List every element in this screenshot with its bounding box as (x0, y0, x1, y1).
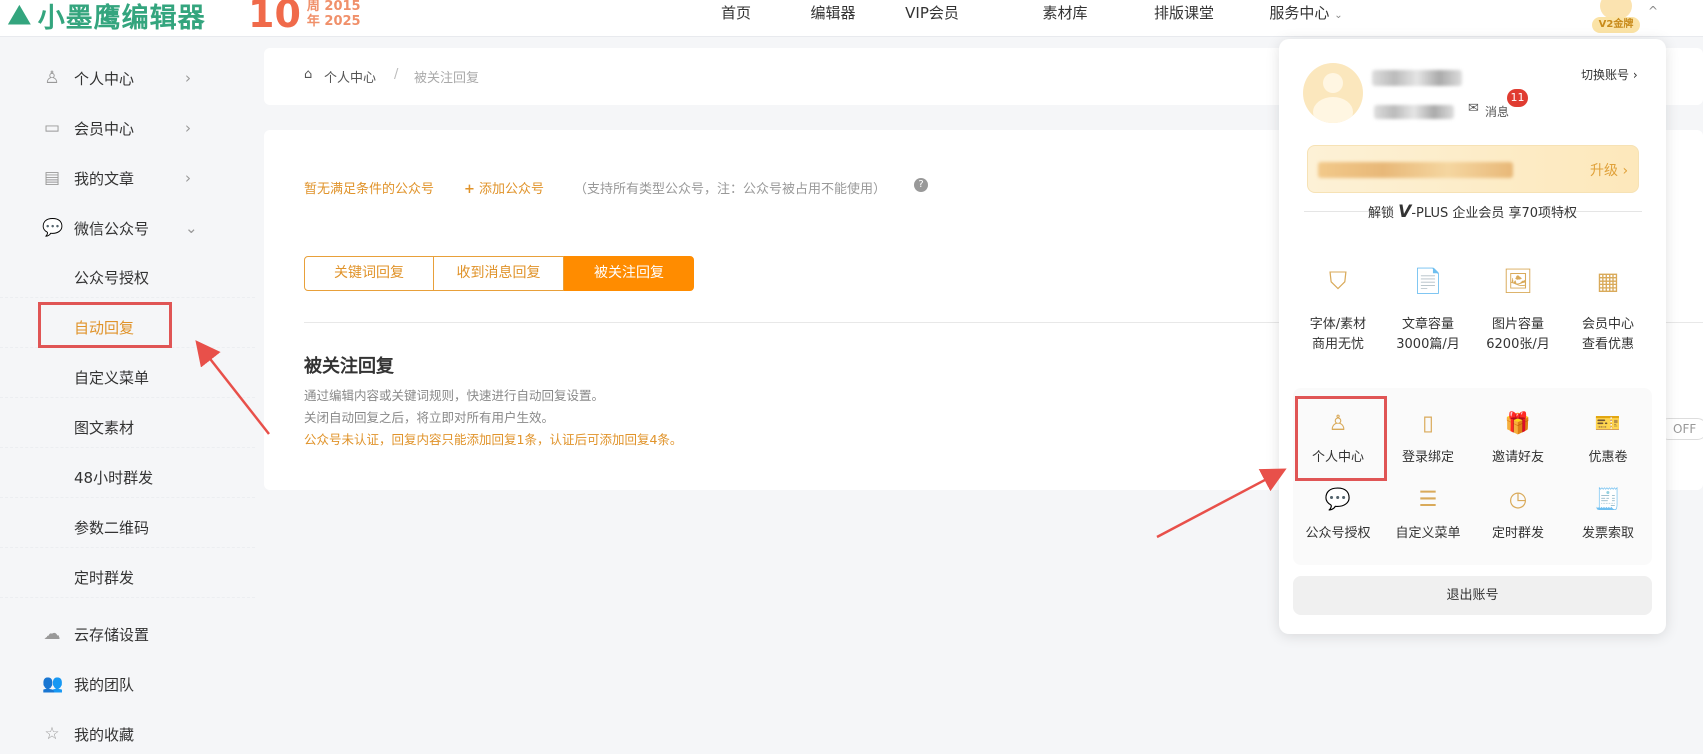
quick-link-item[interactable]: 公众号授权 (1293, 524, 1383, 544)
nav-course[interactable]: 排版课堂 (1154, 0, 1214, 37)
upgrade-banner[interactable]: 升级 › (1307, 145, 1639, 193)
cloud-icon: ☁ (43, 624, 61, 644)
tab-message-reply[interactable]: 收到消息回复 (434, 256, 564, 291)
nav-home[interactable]: 首页 (721, 0, 751, 37)
phone-icon: ▯ (1422, 411, 1434, 435)
plus-icon: + (464, 182, 475, 197)
quick-link-item[interactable]: 发票索取 (1563, 524, 1653, 544)
sidebar-item-label: 图文素材 (74, 419, 135, 437)
card-icon: ▭ (43, 118, 61, 138)
star-icon: ☆ (44, 724, 60, 744)
upgrade-link[interactable]: 升级 › (1590, 160, 1628, 180)
account-dropdown: ✉ 消息 11 切换账号 › 升级 › 解锁 V-PLUS 企业会员 享70项特… (1279, 39, 1666, 634)
clock-icon: ◷ (1508, 487, 1528, 511)
sidebar-item-label: 云存储设置 (74, 625, 150, 644)
image-icon: 🖼 (1502, 267, 1534, 295)
chat-icon: 💬 (1324, 487, 1352, 511)
sidebar-item[interactable]: 48小时群发 (0, 458, 255, 498)
shield-icon: ⛉ (1329, 267, 1347, 295)
quick-link-item[interactable]: 邀请好友 (1473, 448, 1563, 468)
logo-mountain-icon: ⛰ (8, 0, 32, 31)
breadcrumb-current: 被关注回复 (414, 71, 480, 86)
chevron-right-icon: › (185, 169, 191, 187)
sidebar-item[interactable]: ♙ 个人中心 › (0, 58, 255, 98)
grid-icon: ▦ (1596, 267, 1620, 295)
no-account-text: 暂无满足条件的公众号 (304, 182, 435, 197)
sidebar-item[interactable]: 👥 我的团队 (0, 664, 255, 704)
sidebar-item-label: 个人中心 (74, 69, 135, 88)
add-account-button[interactable]: + 添加公众号 (464, 178, 544, 197)
sidebar-item-label: 我的文章 (74, 169, 135, 188)
switch-account-link[interactable]: 切换账号 › (1581, 66, 1638, 83)
unlock-plus-text: 解锁 V-PLUS 企业会员 享70项特权 (1367, 202, 1578, 222)
sidebar-item-label: 我的收藏 (74, 725, 135, 744)
feature-item[interactable]: 字体/素材 商用无忧 (1293, 315, 1383, 355)
invoice-icon: 🧾 (1594, 487, 1622, 511)
member-badge: V2金牌 (1592, 17, 1640, 33)
nav-service[interactable]: 服务中心 ⌄ (1269, 0, 1342, 37)
sidebar-item-label: 定时群发 (74, 569, 135, 587)
sidebar-item-label: 参数二维码 (74, 519, 150, 537)
sidebar-item-label: 我的团队 (74, 675, 135, 694)
sidebar-item-label: 会员中心 (74, 119, 135, 138)
feature-item[interactable]: 图片容量 6200张/月 (1473, 315, 1563, 355)
warning-text: 公众号未认证，回复内容只能添加回复1条，认证后可添加回复4条。 (304, 432, 683, 447)
nav-vip[interactable]: VIP会员 (905, 0, 959, 37)
sidebar-item-label: 微信公众号 (74, 219, 150, 238)
chevron-down-icon: ⌄ (1334, 10, 1343, 21)
section-title: 被关注回复 (304, 356, 394, 377)
sidebar-item[interactable]: ▭ 会员中心 › (0, 108, 255, 148)
sidebar-item-label: 48小时群发 (74, 469, 154, 487)
chevron-right-icon: › (185, 69, 191, 87)
sidebar-item[interactable]: 💬 微信公众号 ⌄ (0, 208, 255, 248)
chevron-right-icon: › (185, 119, 191, 137)
anniversary-logo: 10 周 2015 年 2025 (248, 0, 361, 36)
annotation-highlight-box (1295, 396, 1387, 481)
nav-editor[interactable]: 编辑器 (810, 0, 855, 37)
user-avatar (1303, 63, 1363, 123)
user-icon: ♙ (44, 68, 60, 88)
chevron-up-icon[interactable]: ^ (1648, 4, 1658, 18)
messages-link[interactable]: 消息 (1485, 103, 1509, 120)
top-bar: ⛰ 小墨鹰编辑器 10 周 2015 年 2025 首页 编辑器 VIP会员 素材库 … (0, 0, 1703, 37)
quick-link-item[interactable]: 优惠卷 (1563, 448, 1653, 468)
help-icon[interactable]: ? (914, 178, 928, 192)
sidebar-item[interactable]: ☁ 云存储设置 (0, 614, 255, 654)
annotation-highlight-box (38, 302, 172, 348)
chevron-down-icon: ⌄ (185, 219, 198, 237)
message-count-badge: 11 (1507, 89, 1528, 107)
sidebar-item[interactable]: 自定义菜单 (0, 358, 255, 398)
feature-item[interactable]: 会员中心 查看优惠 (1563, 315, 1653, 355)
doc-icon: 📄 (1413, 267, 1443, 295)
gift-icon: 🎁 (1504, 411, 1532, 435)
sidebar-item-label: 公众号授权 (74, 269, 150, 287)
quick-link-item[interactable]: 自定义菜单 (1383, 524, 1473, 544)
username-blurred (1372, 70, 1462, 86)
quick-link-item[interactable]: 登录绑定 (1383, 448, 1473, 468)
mail-icon[interactable]: ✉ (1468, 101, 1479, 116)
home-icon[interactable]: ⌂ (304, 67, 312, 82)
quick-link-item[interactable]: 定时群发 (1473, 524, 1563, 544)
list-icon: ☰ (1418, 487, 1438, 511)
tab-keyword-reply[interactable]: 关键词回复 (304, 256, 434, 291)
feature-item[interactable]: 文章容量 3000篇/月 (1383, 315, 1473, 355)
nav-materials[interactable]: 素材库 (1042, 0, 1087, 37)
tab-follow-reply[interactable]: 被关注回复 (564, 256, 694, 291)
coupon-icon: 🎫 (1594, 411, 1622, 435)
sidebar-item-label: 自定义菜单 (74, 369, 150, 387)
userid-blurred (1374, 105, 1454, 119)
sidebar-item[interactable]: 定时群发 (0, 558, 255, 598)
chat-icon: 💬 (42, 218, 64, 238)
sidebar-item[interactable]: 图文素材 (0, 408, 255, 448)
sidebar-item[interactable]: ☆ 我的收藏 (0, 714, 255, 754)
sidebar-item[interactable]: ▤ 我的文章 › (0, 158, 255, 198)
team-icon: 👥 (42, 674, 64, 694)
sidebar-item[interactable]: 公众号授权 (0, 258, 255, 298)
document-icon: ▤ (43, 168, 61, 188)
logo[interactable]: ⛰ 小墨鹰编辑器 (8, 0, 206, 35)
logout-button[interactable]: 退出账号 (1293, 576, 1652, 615)
note-text: （支持所有类型公众号，注：公众号被占用不能使用） (574, 182, 887, 197)
sidebar-item[interactable]: 参数二维码 (0, 508, 255, 548)
breadcrumb-home[interactable]: 个人中心 (324, 67, 376, 86)
